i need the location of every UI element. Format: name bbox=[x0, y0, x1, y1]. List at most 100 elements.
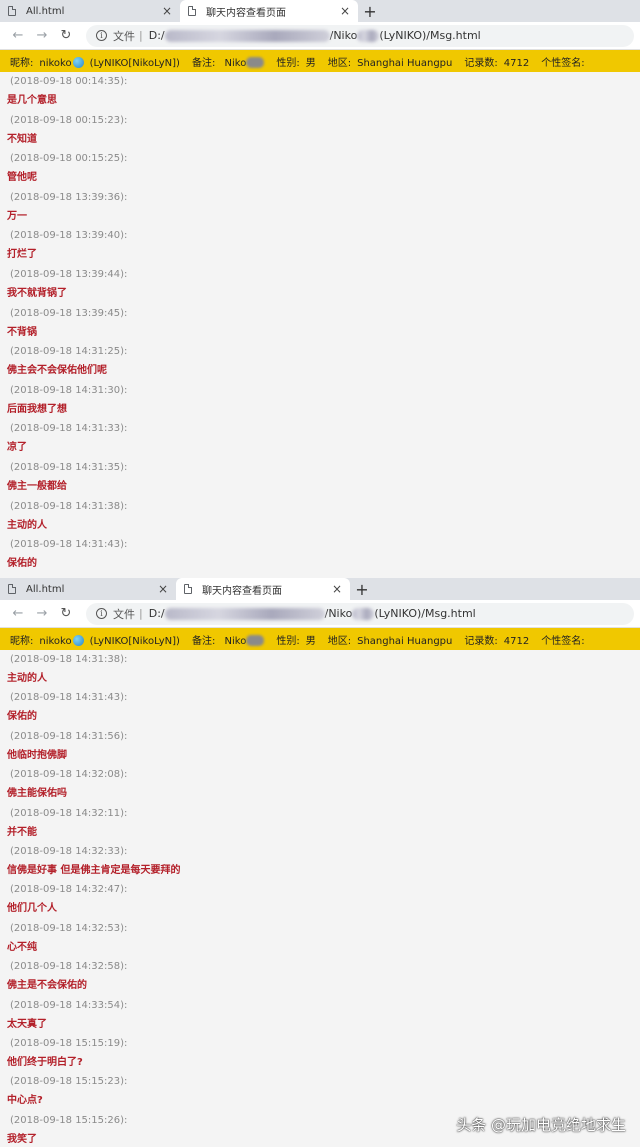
back-arrow-icon[interactable]: ← bbox=[6, 28, 30, 43]
message-text: 保佑的 bbox=[7, 711, 37, 723]
message-text: 佛主能保佑吗 bbox=[7, 788, 67, 800]
nickname-label: 昵称: bbox=[10, 635, 34, 647]
url-prefix: D:/ bbox=[148, 29, 165, 42]
forward-arrow-icon[interactable]: → bbox=[30, 28, 54, 43]
chat-message: (2018-09-18 14:32:53): 心不纯 bbox=[0, 919, 640, 957]
message-timestamp: (2018-09-18 15:15:19): bbox=[10, 1037, 128, 1049]
url-input[interactable]: i 文件 | D:/ /Niko (LyNIKO)/Msg.html bbox=[86, 24, 634, 47]
nickname-prefix: nikoko bbox=[39, 57, 72, 69]
message-timestamp: (2018-09-18 13:39:45): bbox=[10, 307, 128, 319]
message-text: 不知道 bbox=[7, 133, 37, 145]
message-timestamp: (2018-09-18 14:32:53): bbox=[10, 922, 128, 934]
message-timestamp: (2018-09-18 14:31:30): bbox=[10, 384, 128, 396]
chat-log: (2018-09-18 14:31:38): 主动的人 (2018-09-18 14… bbox=[0, 650, 640, 1147]
address-bar: ← → ↻ i 文件 | D:/ /Niko (LyNIKO)/Msg.html bbox=[0, 22, 640, 50]
records-label: 记录数: bbox=[464, 57, 498, 69]
message-text: 心不纯 bbox=[7, 941, 37, 953]
records-label: 记录数: bbox=[464, 635, 498, 647]
message-text: 不背锅 bbox=[7, 326, 37, 338]
tab-all-html[interactable]: All.html × bbox=[0, 0, 180, 22]
message-timestamp: (2018-09-18 14:32:33): bbox=[10, 845, 128, 857]
tab-label: 聊天内容查看页面 bbox=[202, 585, 282, 597]
message-text: 我不就背锅了 bbox=[7, 287, 67, 299]
message-text: 打烂了 bbox=[7, 249, 37, 261]
nickname-prefix: nikoko bbox=[39, 635, 72, 647]
signature-label: 个性签名: bbox=[541, 57, 585, 69]
back-arrow-icon[interactable]: ← bbox=[6, 606, 30, 621]
chat-message: (2018-09-18 14:31:38): 主动的人 bbox=[0, 497, 640, 536]
region-label: 地区: bbox=[327, 57, 352, 69]
globe-emoji-icon bbox=[72, 57, 84, 68]
url-separator: | bbox=[139, 29, 143, 42]
url-redacted-blur bbox=[164, 29, 330, 42]
profile-info-bar: 昵称: nikoko (LyNIKO[NikoLyN]) 备注: Niko 性别: 男… bbox=[0, 628, 640, 650]
chat-message: (2018-09-18 14:31:25): 佛主会不会保佑他们呢 bbox=[0, 342, 640, 381]
gender-label: 性别: bbox=[276, 635, 300, 647]
remark-label: 备注: bbox=[191, 57, 216, 69]
url-suffix: (LyNIKO)/Msg.html bbox=[379, 29, 481, 42]
message-text: 佛主会不会保佑他们呢 bbox=[7, 365, 107, 377]
remark: 备注: Niko bbox=[192, 632, 270, 647]
message-text: 信佛是好事 但是佛主肯定是每天要拜的 bbox=[7, 864, 181, 876]
message-text: 后面我想了想 bbox=[7, 403, 67, 415]
tab-chat-viewer[interactable]: 聊天内容查看页面 × bbox=[180, 0, 358, 22]
url-redacted-blur bbox=[352, 607, 375, 620]
message-text: 太天真了 bbox=[7, 1018, 47, 1030]
message-text: 万一 bbox=[7, 210, 27, 222]
gender-value: 男 bbox=[305, 57, 316, 69]
chat-message: (2018-09-18 00:15:23): 不知道 bbox=[0, 111, 640, 150]
message-timestamp: (2018-09-18 14:31:43): bbox=[10, 692, 128, 704]
record-count: 记录数: 4712 bbox=[464, 54, 535, 69]
reload-icon[interactable]: ↻ bbox=[54, 28, 78, 43]
browser-window-top: All.html × 聊天内容查看页面 × + ← → ↻ i 文件 | D:/… bbox=[0, 0, 640, 578]
chat-message: (2018-09-18 15:15:23): 中心点? bbox=[0, 1072, 640, 1110]
info-icon[interactable]: i bbox=[96, 608, 107, 619]
tab-chat-viewer[interactable]: 聊天内容查看页面 × bbox=[176, 578, 350, 600]
message-timestamp: (2018-09-18 14:33:54): bbox=[10, 999, 128, 1011]
tab-bar: All.html × 聊天内容查看页面 × + bbox=[0, 0, 640, 22]
message-timestamp: (2018-09-18 14:32:08): bbox=[10, 769, 128, 781]
chat-message: (2018-09-18 14:31:33): 凉了 bbox=[0, 419, 640, 458]
message-timestamp: (2018-09-18 14:32:47): bbox=[10, 884, 128, 896]
region-value: Shanghai Huangpu bbox=[357, 635, 453, 647]
chat-message: (2018-09-18 14:31:43): 保佑的 bbox=[0, 535, 640, 574]
close-icon[interactable]: × bbox=[340, 4, 350, 18]
tab-all-html[interactable]: All.html × bbox=[0, 578, 176, 600]
message-timestamp: (2018-09-18 15:15:23): bbox=[10, 1076, 128, 1088]
new-tab-button[interactable]: + bbox=[358, 0, 382, 22]
close-icon[interactable]: × bbox=[158, 582, 168, 596]
chat-message: (2018-09-18 14:31:56): 他临时抱佛脚 bbox=[0, 727, 640, 765]
info-icon[interactable]: i bbox=[96, 30, 107, 41]
chat-message: (2018-09-18 13:39:45): 不背锅 bbox=[0, 304, 640, 343]
close-icon[interactable]: × bbox=[332, 582, 342, 596]
message-text: 管他呢 bbox=[7, 172, 37, 184]
remark-redacted-blur bbox=[246, 57, 265, 68]
message-timestamp: (2018-09-18 14:31:56): bbox=[10, 730, 128, 742]
chat-message: (2018-09-18 14:33:54): 太天真了 bbox=[0, 996, 640, 1034]
message-text: 中心点? bbox=[7, 1095, 43, 1107]
new-tab-button[interactable]: + bbox=[350, 578, 374, 600]
document-icon bbox=[8, 584, 16, 594]
chat-message: (2018-09-18 00:14:35): 是几个意思 bbox=[0, 72, 640, 111]
gender-label: 性别: bbox=[276, 57, 300, 69]
forward-arrow-icon[interactable]: → bbox=[30, 606, 54, 621]
reload-icon[interactable]: ↻ bbox=[54, 606, 78, 621]
chat-message: (2018-09-18 14:31:38): 主动的人 bbox=[0, 650, 640, 688]
region: 地区: Shanghai Huangpu bbox=[328, 54, 459, 69]
message-text: 他们终于明白了? bbox=[7, 1056, 83, 1068]
message-timestamp: (2018-09-18 13:39:44): bbox=[10, 268, 128, 280]
message-timestamp: (2018-09-18 14:31:43): bbox=[10, 539, 128, 551]
chat-message: (2018-09-18 14:32:58): 佛主是不会保佑的 bbox=[0, 957, 640, 995]
tab-label: All.html bbox=[26, 5, 65, 17]
message-timestamp: (2018-09-18 14:31:38): bbox=[10, 654, 128, 665]
chat-message: (2018-09-18 13:39:44): 我不就背锅了 bbox=[0, 265, 640, 304]
close-icon[interactable]: × bbox=[162, 4, 172, 18]
url-input[interactable]: i 文件 | D:/ /Niko (LyNIKO)/Msg.html bbox=[86, 602, 634, 625]
url-separator: | bbox=[139, 607, 143, 620]
nickname-suffix: (LyNIKO[NikoLyN]) bbox=[89, 57, 180, 69]
remark-redacted-blur bbox=[246, 635, 265, 646]
nickname-label: 昵称: bbox=[10, 57, 34, 69]
profile-info-bar: 昵称: nikoko (LyNIKO[NikoLyN]) 备注: Niko 性别: 男… bbox=[0, 50, 640, 72]
message-timestamp: (2018-09-18 14:31:25): bbox=[10, 346, 128, 358]
url-mid: /Niko bbox=[324, 607, 353, 620]
